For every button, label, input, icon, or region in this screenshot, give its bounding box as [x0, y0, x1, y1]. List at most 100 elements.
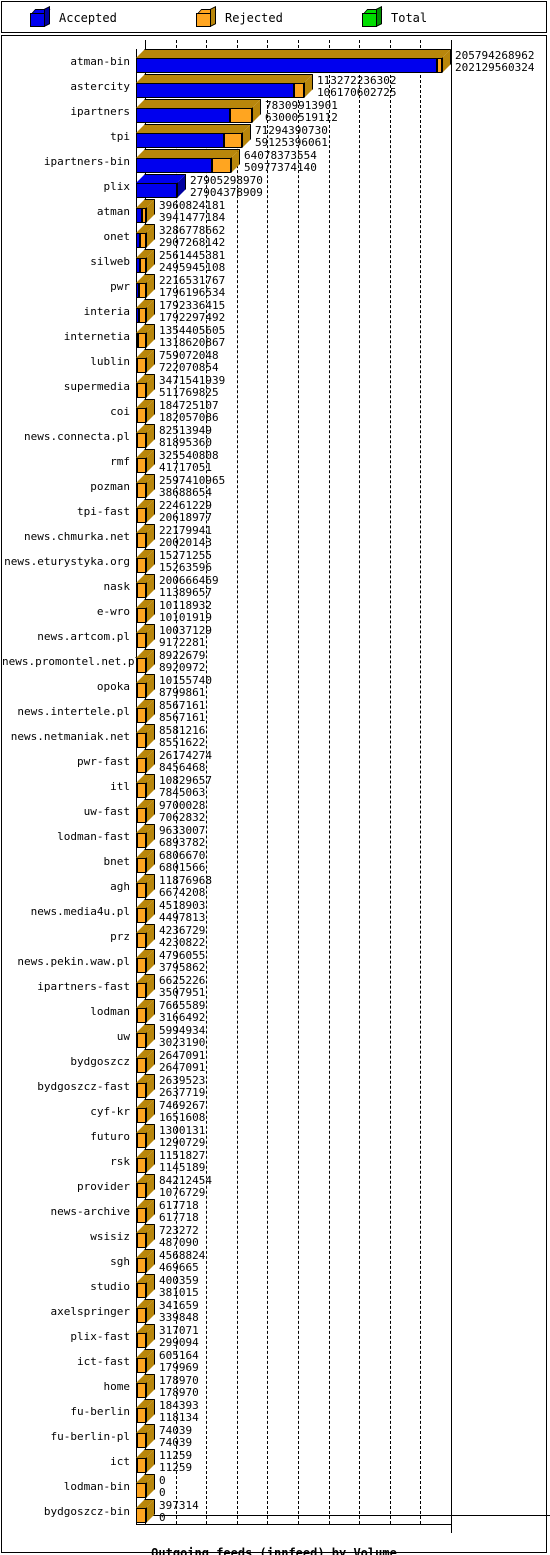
- bar-segment-rejected: [137, 1333, 146, 1348]
- bar-value-accepted: 7845063: [159, 786, 206, 799]
- bar-row: atman-bin 205794268962 202129560324: [2, 49, 546, 74]
- category-label: lodman-fast: [57, 830, 130, 843]
- category-label: news.netmaniak.net: [10, 730, 130, 743]
- bar-3d: [136, 674, 155, 698]
- bar-value-labels: 1354405605 1318620867: [159, 324, 225, 350]
- bar-segment-rejected: [137, 383, 146, 398]
- bar-row: lublin 759072048 722070854: [2, 349, 546, 374]
- bar-3d: [136, 824, 155, 848]
- category-label: coi: [110, 405, 130, 418]
- bar-group: [136, 624, 159, 649]
- legend-item-rejected: Rejected: [194, 2, 283, 34]
- bar-group: [136, 974, 159, 999]
- bar-row: e-wro 10118932 10101919: [2, 599, 546, 624]
- bar-row: news.media4u.pl 4518903 4497813: [2, 899, 546, 924]
- bar-value-labels: 6625226 3507951: [159, 974, 205, 1000]
- bar-value-labels: 9700028 7062832: [159, 799, 205, 825]
- legend-item-total: Total: [360, 2, 427, 34]
- category-label: interia: [83, 305, 130, 318]
- bar-segment-rejected: [137, 1108, 146, 1123]
- bar-segment-rejected: [137, 708, 146, 723]
- bar-3d: [136, 49, 451, 73]
- bar-group: [136, 199, 159, 224]
- category-label: uw: [116, 1030, 130, 1043]
- bar-row: agh 11876968 6674208: [2, 874, 546, 899]
- bar-value-accepted: 10101919: [159, 611, 212, 624]
- bar-row: futuro 1300131 1290729: [2, 1124, 546, 1149]
- bar-top-face: [136, 99, 261, 108]
- bar-value-accepted: 15263596: [159, 561, 212, 574]
- bar-group: [136, 174, 190, 199]
- bar-row: onet 3286778662 2907268142: [2, 224, 546, 249]
- category-label: news.eturystyka.org: [4, 555, 130, 568]
- bar-group: [136, 1224, 159, 1249]
- bar-group: [136, 1124, 159, 1149]
- bar-value-accepted: 50977374140: [244, 161, 317, 174]
- category-label: uw-fast: [83, 805, 130, 818]
- bar-value-labels: 397314 0: [159, 1499, 199, 1525]
- bar-group: [136, 549, 159, 574]
- bar-group: [136, 1449, 159, 1474]
- category-label: ict-fast: [77, 1355, 130, 1368]
- bar-group: [136, 424, 159, 449]
- bar-value-labels: 3471541939 511769825: [159, 374, 225, 400]
- bar-group: [136, 999, 159, 1024]
- bar-group: [136, 899, 159, 924]
- bar-value-labels: 4236729 4230822: [159, 924, 205, 950]
- bar-row: cyf-kr 7469267 1651608: [2, 1099, 546, 1124]
- bar-segment-rejected: [137, 1183, 146, 1198]
- bar-row: ipartners 78309913901 63000519112: [2, 99, 546, 124]
- bar-3d: [136, 199, 155, 223]
- bar-value-labels: 3960824181 3941477184: [159, 199, 225, 225]
- bar-row: pwr-fast 26174274 8456468: [2, 749, 546, 774]
- bar-row: interia 1792336415 1792297492: [2, 299, 546, 324]
- bar-value-accepted: 11259: [159, 1461, 193, 1474]
- bar-value-labels: 78309913901 63000519112: [265, 99, 338, 125]
- bar-value-accepted: 8551622: [159, 736, 206, 749]
- bar-row: tpi 71294390730 59125396061: [2, 124, 546, 149]
- bar-row: bnet 6806670 6801566: [2, 849, 546, 874]
- bar-value-accepted: 202129560324: [455, 61, 535, 74]
- bar-segment-rejected: [137, 608, 146, 623]
- bar-row: news.eturystyka.org 15271255 15263596: [2, 549, 546, 574]
- bar-value-accepted: 3023190: [159, 1036, 206, 1049]
- bar-segment-rejected: [137, 833, 146, 848]
- bar-value-labels: 1151827 1145189: [159, 1149, 205, 1175]
- bar-segment-rejected: [137, 533, 146, 548]
- bar-value-labels: 11259 11259: [159, 1449, 192, 1475]
- bar-group: [136, 299, 159, 324]
- category-label: plix-fast: [70, 1330, 130, 1343]
- bar-value-labels: 8567161 8567161: [159, 699, 205, 725]
- bar-value-accepted: 63000519112: [265, 111, 338, 124]
- bar-value-labels: 205794268962 202129560324: [455, 49, 534, 75]
- bar-value-labels: 8922679 8920972: [159, 649, 205, 675]
- bar-value-labels: 341659 339848: [159, 1299, 199, 1325]
- category-label: plix: [103, 180, 131, 193]
- bar-segment-rejected: [137, 458, 146, 473]
- bar-row: plix-fast 317071 299094: [2, 1324, 546, 1349]
- category-label: news.connecta.pl: [24, 430, 130, 443]
- bar-3d: [136, 949, 155, 973]
- bar-value-accepted: 41717051: [159, 461, 212, 474]
- bar-group: [136, 149, 244, 174]
- bar-group: [136, 499, 159, 524]
- bar-group: [136, 699, 159, 724]
- category-label: rmf: [110, 455, 130, 468]
- bar-3d: [136, 1024, 155, 1048]
- bar-segment-rejected: [140, 258, 146, 273]
- legend-label-rejected: Rejected: [225, 11, 283, 25]
- bar-value-accepted: 1145189: [159, 1161, 206, 1174]
- bar-value-accepted: 11389657: [159, 586, 212, 599]
- bar-value-accepted: 8456468: [159, 761, 206, 774]
- bar-3d: [136, 724, 155, 748]
- bar-group: [136, 599, 159, 624]
- bar-3d: [136, 1274, 155, 1298]
- bar-group: [136, 1424, 159, 1449]
- bar-3d: [136, 274, 155, 298]
- bar-group: [136, 1299, 159, 1324]
- bar-segment-rejected: [137, 808, 146, 823]
- category-label: tpi: [110, 130, 130, 143]
- bar-3d: [136, 1374, 155, 1398]
- bar-row: ipartners-fast 6625226 3507951: [2, 974, 546, 999]
- category-label: tpi-fast: [77, 505, 130, 518]
